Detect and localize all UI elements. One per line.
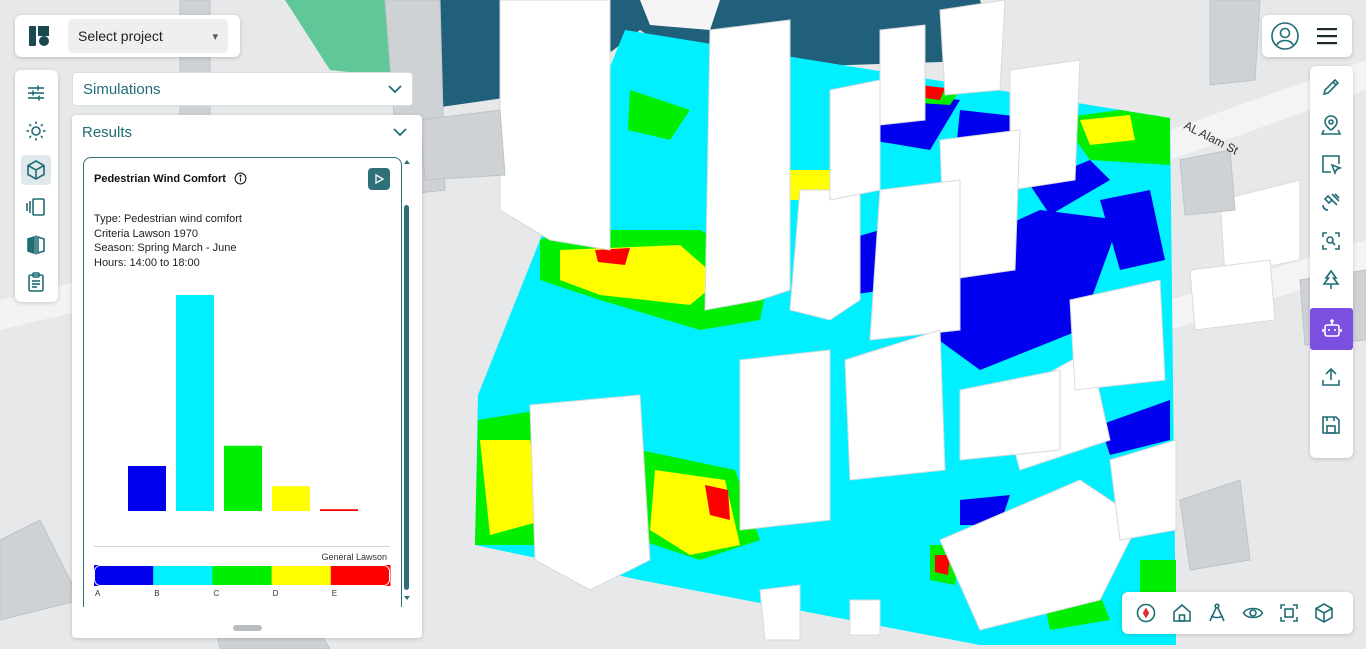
compass-icon xyxy=(1136,603,1156,623)
logo-icon xyxy=(29,26,49,46)
legend-label-B: B xyxy=(154,589,159,598)
legend-swatch-C xyxy=(212,565,273,586)
results-label: Results xyxy=(82,123,133,141)
tree-icon xyxy=(1322,269,1340,289)
home-icon xyxy=(1173,603,1191,622)
wind-comfort-bar-chart xyxy=(128,295,358,511)
lawson-legend: A B C D E xyxy=(94,565,391,598)
hamburger-menu-button[interactable] xyxy=(1315,24,1339,48)
scan-search-button[interactable] xyxy=(1316,226,1346,256)
save-icon xyxy=(1322,416,1340,434)
home-button[interactable] xyxy=(1167,598,1197,628)
info-icon[interactable] xyxy=(234,172,247,185)
pencil-icon xyxy=(1322,78,1340,96)
scroll-down-arrow-icon[interactable] xyxy=(404,596,410,600)
result-hours: Hours: 14:00 to 18:00 xyxy=(94,256,200,269)
play-icon xyxy=(375,173,385,185)
fit-screen-icon xyxy=(1280,604,1298,622)
map-pin-icon xyxy=(1320,115,1342,135)
upload-icon xyxy=(1322,367,1340,386)
clipboard-button[interactable] xyxy=(21,267,51,297)
legend-swatch-A xyxy=(94,565,154,586)
legend-label-D: D xyxy=(273,589,279,598)
measure-button[interactable] xyxy=(1202,598,1232,628)
cube-view-icon xyxy=(1315,603,1333,623)
result-card-title: Pedestrian Wind Comfort xyxy=(94,172,247,185)
sliders-button[interactable] xyxy=(21,78,51,108)
fit-screen-button[interactable] xyxy=(1274,598,1304,628)
chevron-down-icon xyxy=(388,85,402,93)
pencil-button[interactable] xyxy=(1316,72,1346,102)
satellite-icon xyxy=(1322,193,1340,211)
result-type: Type: Pedestrian wind comfort xyxy=(94,213,242,225)
legend-label-E: E xyxy=(332,589,337,598)
tree-button[interactable] xyxy=(1316,265,1346,295)
legend-title: General Lawson xyxy=(321,552,387,562)
results-panel-header[interactable]: Results xyxy=(72,115,417,149)
sun-button[interactable] xyxy=(21,116,51,146)
cube-icon xyxy=(27,160,45,180)
scroll-up-arrow-icon[interactable] xyxy=(404,160,410,164)
eye-button[interactable] xyxy=(1238,598,1268,628)
map-pin-button[interactable] xyxy=(1316,110,1346,140)
project-select[interactable]: Select project ▾ xyxy=(68,19,228,53)
bar-E xyxy=(320,509,358,511)
bar-D xyxy=(272,486,310,511)
select-pointer-button[interactable] xyxy=(1316,149,1346,179)
compare-icon xyxy=(27,235,45,255)
sliders-icon xyxy=(28,85,44,101)
legend-swatch-B xyxy=(153,565,213,586)
bar-B xyxy=(176,295,214,511)
satellite-button[interactable] xyxy=(1316,187,1346,217)
user-avatar-button[interactable] xyxy=(1270,21,1300,51)
scrollbar-thumb[interactable] xyxy=(404,205,409,590)
clipboard-icon xyxy=(28,272,44,292)
results-scrollbar[interactable] xyxy=(404,160,412,604)
result-info: Type: Pedestrian wind comfort Criteria L… xyxy=(94,212,242,270)
legend-swatch-D xyxy=(271,565,332,586)
upload-button[interactable] xyxy=(1316,362,1346,392)
bar-C xyxy=(224,445,262,511)
chevron-down-icon: ▾ xyxy=(212,30,218,43)
compare-button[interactable] xyxy=(21,230,51,260)
select-pointer-icon xyxy=(1322,155,1342,175)
chevron-down-icon xyxy=(393,128,407,136)
cube-button[interactable] xyxy=(21,155,51,185)
play-button[interactable] xyxy=(368,168,390,190)
save-button[interactable] xyxy=(1316,410,1346,440)
simulations-panel-header[interactable]: Simulations xyxy=(72,72,413,106)
layers-icon xyxy=(26,198,45,216)
project-select-value: Select project xyxy=(78,28,163,44)
result-season: Season: Spring March - June xyxy=(94,242,237,254)
result-title-text: Pedestrian Wind Comfort xyxy=(94,172,226,185)
robot-button-active[interactable] xyxy=(1310,308,1353,350)
compass-button[interactable] xyxy=(1131,598,1161,628)
bar-A xyxy=(128,466,166,511)
result-criteria: Criteria Lawson 1970 xyxy=(94,227,198,240)
layers-button[interactable] xyxy=(21,192,51,222)
user-icon xyxy=(1271,22,1299,50)
panel-resize-handle[interactable] xyxy=(233,625,262,631)
legend-label-C: C xyxy=(213,589,219,598)
scan-search-icon xyxy=(1322,232,1340,250)
legend-label-A: A xyxy=(95,589,101,598)
app-logo[interactable] xyxy=(27,23,53,49)
legend-swatch-E xyxy=(330,565,391,586)
robot-icon xyxy=(1321,319,1342,337)
menu-icon xyxy=(1317,28,1337,45)
simulations-label: Simulations xyxy=(83,80,161,98)
measure-icon xyxy=(1209,603,1225,622)
chart-divider xyxy=(94,546,390,547)
cube-view-button[interactable] xyxy=(1309,598,1339,628)
sun-icon xyxy=(26,121,46,141)
eye-icon xyxy=(1242,607,1264,619)
